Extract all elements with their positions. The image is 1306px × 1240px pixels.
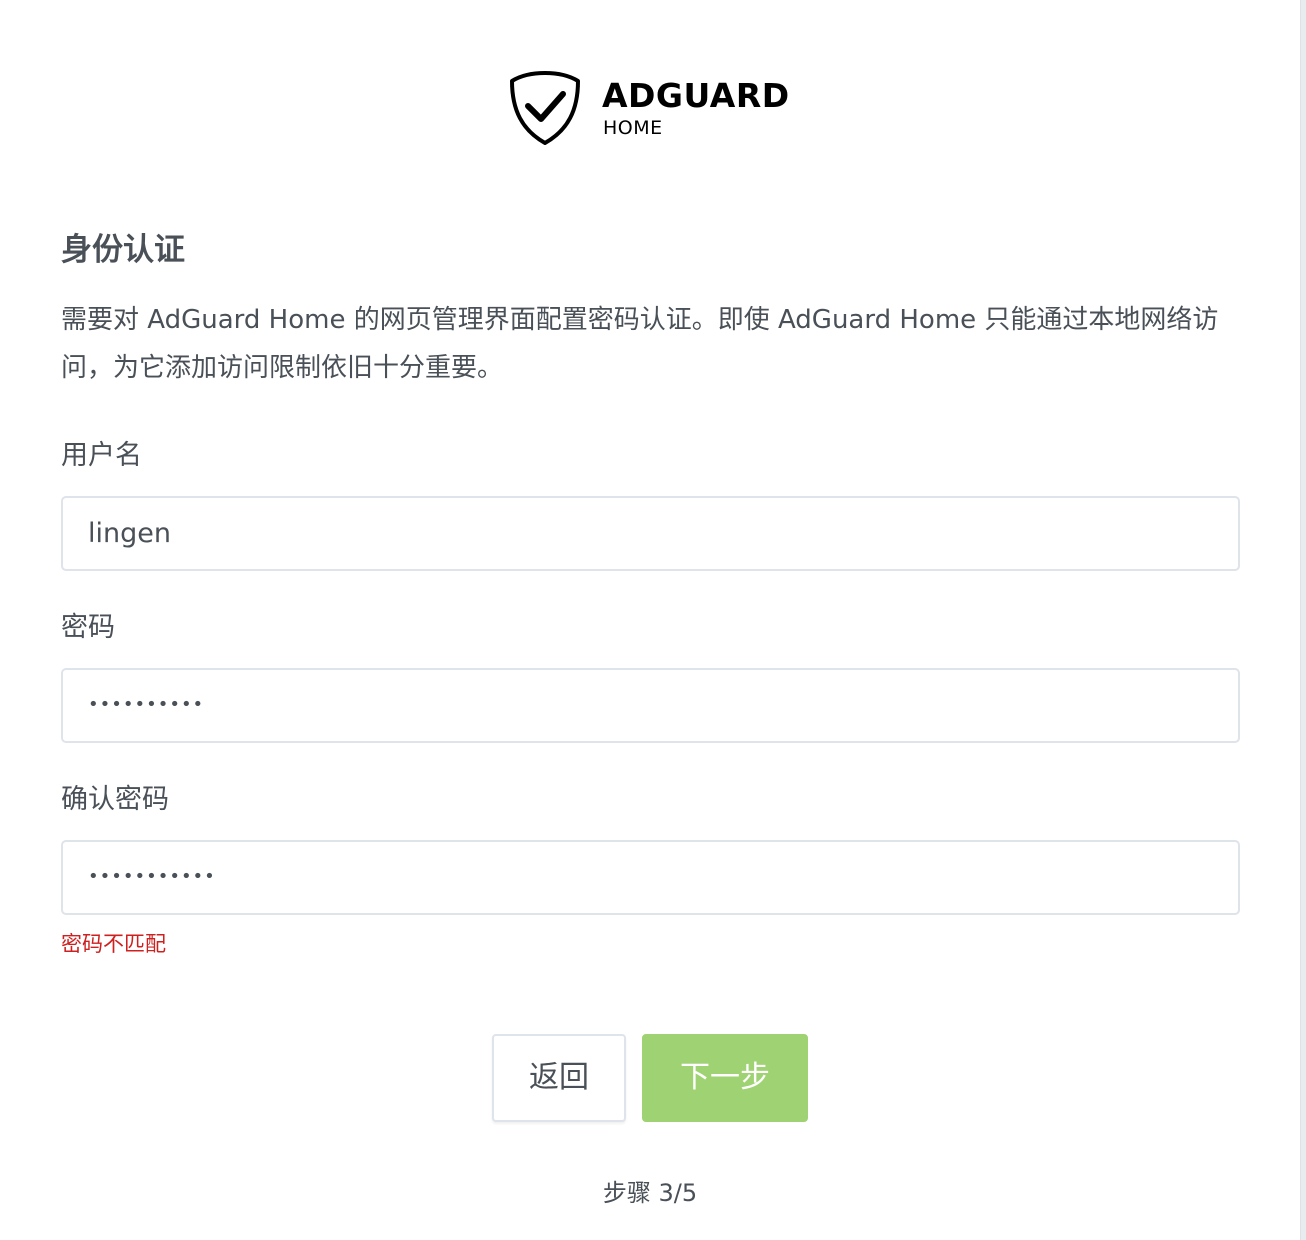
password-label: 密码 xyxy=(61,612,115,643)
confirm-password-label: 确认密码 xyxy=(61,784,169,815)
password-input[interactable]: •••••••••• xyxy=(61,668,1240,743)
username-input[interactable]: lingen xyxy=(61,496,1240,571)
step-indicator: 步骤 3/5 xyxy=(602,1179,698,1207)
adguard-logo: ADGUARD HOME xyxy=(508,70,808,146)
confirm-password-input[interactable]: ••••••••••• xyxy=(61,840,1240,915)
page-scrollbar[interactable] xyxy=(1300,0,1306,1240)
page-description: 需要对 AdGuard Home 的网页管理界面配置密码认证。即使 AdGuar… xyxy=(61,305,1219,383)
brand-subtitle: HOME xyxy=(603,117,663,139)
back-button[interactable]: 返回 xyxy=(492,1034,626,1122)
next-button[interactable]: 下一步 xyxy=(642,1034,808,1122)
brand-title: ADGUARD xyxy=(602,76,790,115)
password-mismatch-error: 密码不匹配 xyxy=(61,932,166,956)
page-title: 身份认证 xyxy=(61,232,185,268)
username-label: 用户名 xyxy=(61,440,142,471)
shield-check-icon xyxy=(510,71,580,145)
